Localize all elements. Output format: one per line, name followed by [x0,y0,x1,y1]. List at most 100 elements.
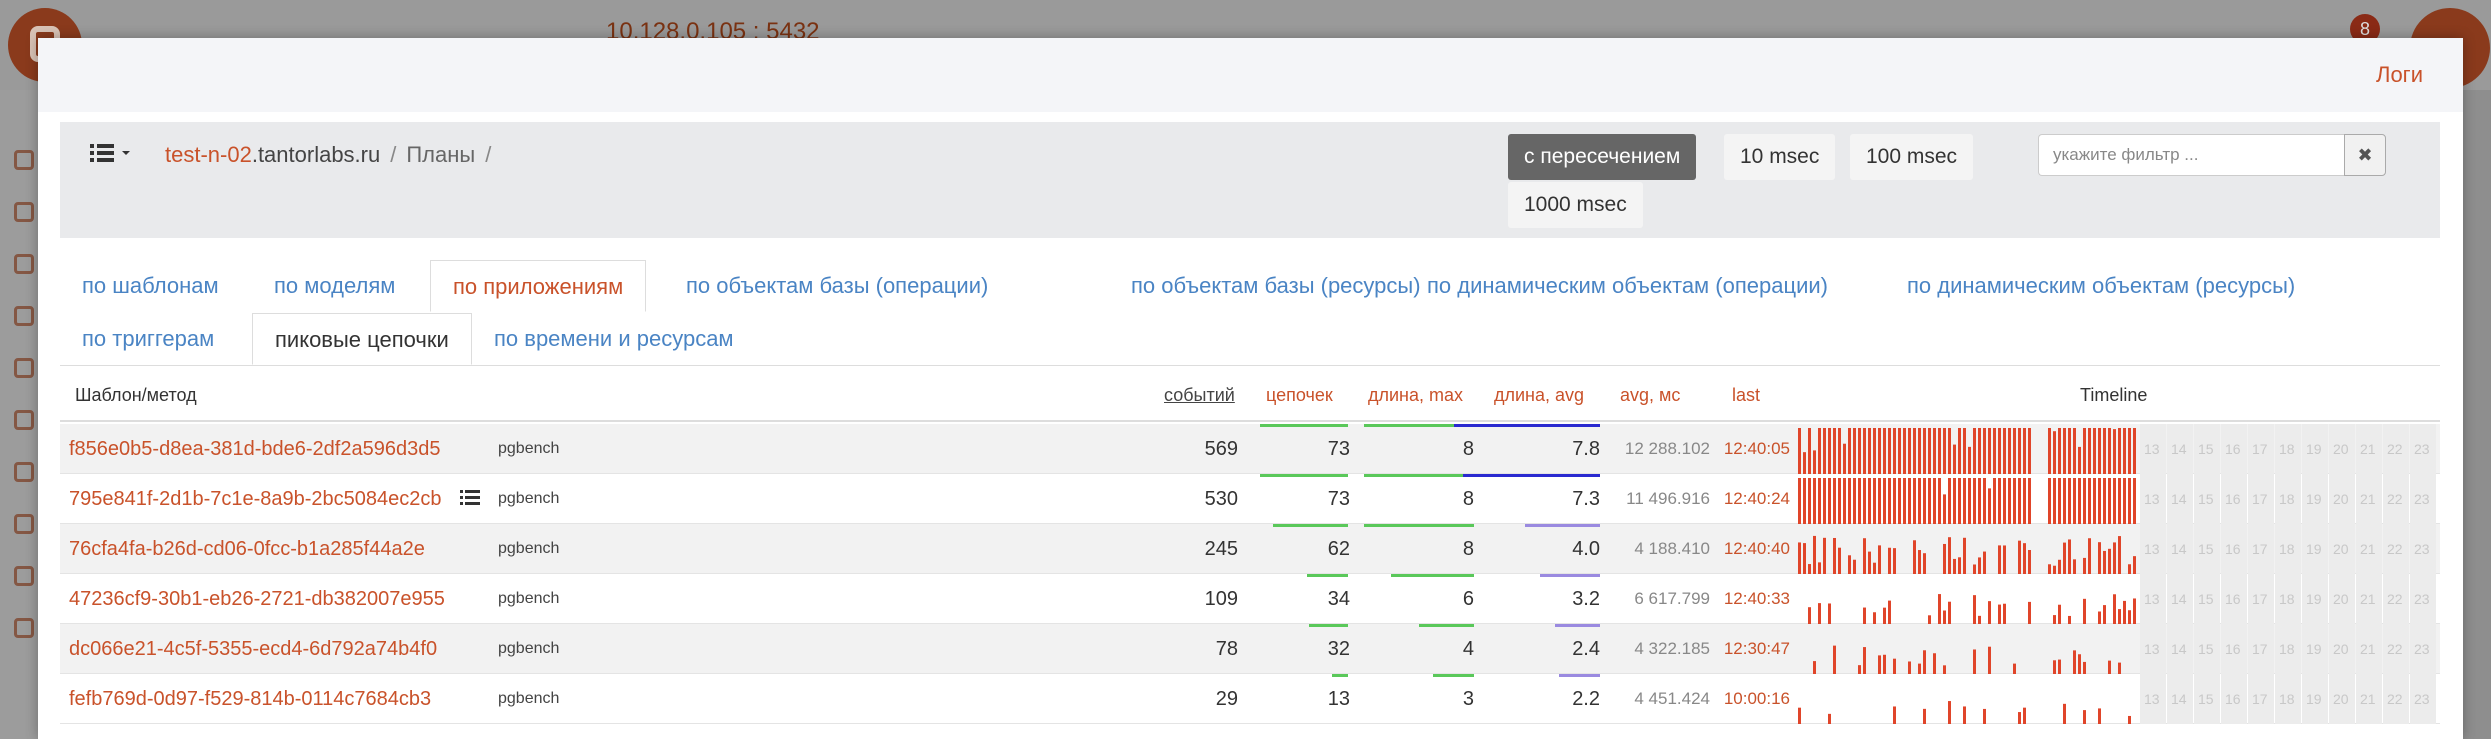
timeline-bar [1938,428,1941,474]
timeline-bar [1798,428,1801,474]
timeline-bar [1973,478,1976,524]
timeline-bar [2103,605,2106,624]
row-name[interactable]: f856e0b5-d8ea-381d-bde6-2df2a596d3d5 [69,424,440,474]
timeline-hour-label: 19 [2306,591,2322,607]
tab-db-objects-res[interactable]: по объектам базы (ресурсы) [1109,260,1443,312]
value-bar [1454,424,1600,427]
segment-1000ms[interactable]: 1000 msec [1508,182,1643,228]
timeline-hour-label: 17 [2252,641,2268,657]
timeline-bar [2103,550,2106,574]
timeline-bar [1943,428,1946,474]
list-icon [90,144,130,162]
timeline-bar [2113,429,2116,474]
timeline-bar [1998,428,2001,474]
timeline-bar [2023,478,2026,524]
timeline-bar [2013,478,2016,524]
col-chains[interactable]: цепочек [1266,368,1333,422]
timeline-bar [1928,615,1931,624]
col-len-max[interactable]: длина, max [1368,368,1463,422]
col-events[interactable]: событий [1164,368,1235,422]
tab-applications[interactable]: по приложениям [430,260,647,312]
timeline-bar [2108,548,2111,574]
timeline-bar [1893,706,1896,724]
row-chains: 13 [1327,688,1350,710]
row-app: pgbench [498,490,560,507]
row-chains: 32 [1327,638,1350,660]
timeline-bar [1958,478,1961,524]
timeline-bar [1978,615,1981,624]
col-avg-ms[interactable]: avg, мс [1620,368,1680,422]
timeline-hour-label: 18 [2279,541,2295,557]
timeline-bar [1993,478,1996,524]
filter-input[interactable] [2038,134,2344,176]
timeline-bar [2078,478,2081,524]
list-menu-button[interactable] [90,140,136,168]
row-avg-ms: 4 322.185 [1634,639,1710,658]
value-bar [1433,674,1474,677]
timeline-bar [1978,557,1981,574]
timeline-bar [2068,428,2071,474]
timeline-bar [1938,478,1941,524]
timeline-bar [1933,653,1936,674]
row-events: 530 [1204,488,1238,510]
row-name[interactable]: fefb769d-0d97-f529-814b-0114c7684cb3 [69,674,431,724]
breadcrumb-section[interactable]: Планы [406,142,475,167]
timeline-bar [1843,443,1846,474]
timeline-bar [2083,661,2086,674]
timeline-bar [2133,478,2136,524]
timeline-bar [1928,478,1931,524]
timeline-bar [1983,478,1986,524]
segment-10ms[interactable]: 10 msec [1724,134,1836,180]
tab-dyn-objects-res[interactable]: по динамическим объектам (ресурсы) [1885,260,2317,312]
filter-clear-button[interactable]: ✖ [2344,134,2386,176]
timeline-hour-label: 14 [2171,591,2187,607]
timeline-hour-label: 21 [2360,491,2376,507]
sidebar-icon [14,514,34,534]
timeline-hour-label: 21 [2360,541,2376,557]
timeline-bar [1958,557,1961,574]
tab-time-resources[interactable]: по времени и ресурсам [472,313,756,365]
timeline-hour-label: 14 [2171,441,2187,457]
col-name[interactable]: Шаблон/метод [75,368,197,422]
row-app: pgbench [498,640,560,657]
segment-100ms[interactable]: 100 msec [1850,134,1974,180]
timeline-hour-label: 23 [2414,491,2430,507]
breadcrumb-host[interactable]: test-n-02 [165,142,252,167]
timeline-hour-label: 18 [2279,591,2295,607]
timeline-bar [1893,428,1896,474]
tab-dyn-objects-ops[interactable]: по динамическим объектам (операции) [1405,260,1850,312]
col-last[interactable]: last [1732,368,1760,422]
timeline-bar [1948,537,1951,574]
tab-templates[interactable]: по шаблонам [60,260,241,312]
segment-overlap[interactable]: с пересечением [1508,134,1697,180]
logs-link[interactable]: Логи [2376,62,2423,88]
timeline-bar [2078,654,2081,674]
tab-triggers[interactable]: по триггерам [60,313,236,365]
timeline-bar [1928,428,1931,474]
tab-db-objects-ops[interactable]: по объектам базы (операции) [664,260,1010,312]
timeline-bar [1883,607,1886,624]
timeline-bar [2018,478,2021,524]
timeline-hour-label: 15 [2198,691,2214,707]
timeline-bar [1948,601,1951,624]
tab-models[interactable]: по моделям [252,260,417,312]
timeline-bar [2133,428,2136,474]
value-bar [1260,424,1348,427]
timeline-hour-label: 14 [2171,641,2187,657]
timeline-bar [2058,559,2061,574]
timeline-bar [1868,428,1871,474]
row-name[interactable]: dc066e21-4c5f-5355-ecd4-6d792a74b4f0 [69,624,437,674]
row-name[interactable]: 795e841f-2d1b-7c1e-8a9b-2bc5084ec2cb [69,474,442,524]
timeline-bar [1958,428,1961,474]
col-len-avg[interactable]: длина, avg [1494,368,1584,422]
timeline-bar [1988,488,1991,524]
row-name[interactable]: 76cfa4fa-b26d-cd06-0fcc-b1a285f44a2e [69,524,425,574]
timeline-bar [1858,428,1861,474]
timeline-bar [1938,594,1941,624]
row-events: 109 [1204,588,1238,610]
list-icon[interactable] [460,489,480,507]
timeline-bar [2018,540,2021,574]
timeline-bar [2028,549,2031,574]
row-name[interactable]: 47236cf9-30b1-eb26-2721-db382007e955 [69,574,445,624]
tab-peak-chains[interactable]: пиковые цепочки [252,313,472,365]
